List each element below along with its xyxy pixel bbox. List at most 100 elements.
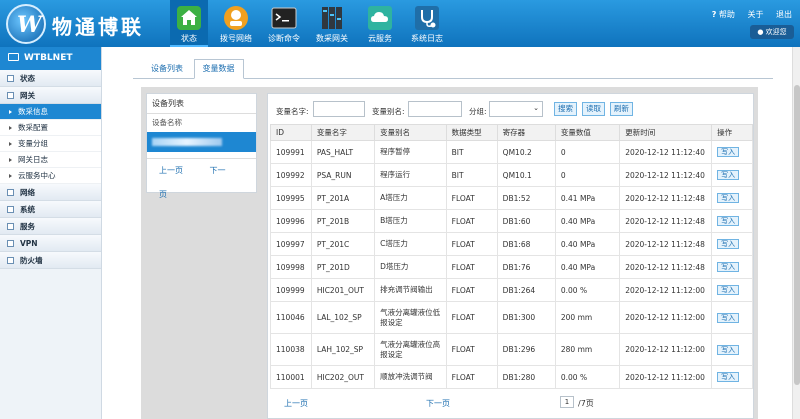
sidebar-group-firewall[interactable]: 防火墙 xyxy=(0,252,101,269)
page-number-input[interactable]: 1 xyxy=(560,396,574,408)
nav-label: 状态 xyxy=(181,34,197,43)
table-cell: 气液分离罐液位低报设定 xyxy=(374,301,447,334)
write-button[interactable]: 写入 xyxy=(717,344,740,355)
group-label: 系统 xyxy=(20,205,35,214)
table-cell: 110046 xyxy=(270,301,312,334)
arrow-icon xyxy=(9,158,12,162)
table-cell: PT_201A xyxy=(310,186,376,210)
write-button[interactable]: 写入 xyxy=(717,372,740,382)
sidebar-group-system[interactable]: 系统 xyxy=(0,201,101,218)
write-button[interactable]: 写入 xyxy=(717,239,740,249)
table-cell: 109995 xyxy=(270,186,312,210)
table-cell: 2020-12-12 11:12:48 xyxy=(619,209,713,233)
table-cell: FLOAT xyxy=(445,232,498,256)
table-cell: DB1:60 xyxy=(496,209,556,233)
about-link[interactable]: 关于 xyxy=(747,10,763,19)
table-cell: 写入 xyxy=(711,255,753,279)
square-icon xyxy=(7,240,14,247)
page-total: /7页 xyxy=(578,399,594,408)
table-cell: FLOAT xyxy=(445,255,498,279)
write-button[interactable]: 写入 xyxy=(717,262,740,272)
table-cell: 写入 xyxy=(711,140,753,164)
help-link[interactable]: ? 帮助 xyxy=(712,10,735,19)
sidebar-group-gateway[interactable]: 网关 xyxy=(0,87,101,104)
page-scrollbar[interactable] xyxy=(792,47,800,419)
table-cell: PSA_RUN xyxy=(310,163,376,187)
table-cell: 0.41 MPa xyxy=(554,186,621,210)
welcome-badge[interactable]: ● 欢迎您 xyxy=(750,25,794,39)
search-button[interactable]: 搜索 xyxy=(554,102,577,116)
table-row: 110046 LAL_102_SP 气液分离罐液位低报设定 FLOAT DB1:300 2… xyxy=(270,301,753,334)
nav-cloud[interactable]: 云服务 xyxy=(360,0,400,47)
var-next-page[interactable]: 下一页 xyxy=(426,398,450,409)
device-prev-page[interactable]: 上一页 xyxy=(159,166,183,175)
logo-icon: W xyxy=(6,4,46,44)
item-label: 数采信息 xyxy=(18,107,48,116)
logout-link[interactable]: 退出 xyxy=(776,10,792,19)
refresh-button[interactable]: 刷新 xyxy=(610,102,633,116)
arrow-icon xyxy=(9,142,12,146)
sidebar-group-network[interactable]: 网络 xyxy=(0,184,101,201)
table-row: 109999 HIC201_OUT 排充调节阀输出 FLOAT DB1:264 0.00 … xyxy=(270,278,753,302)
group-label: 状态 xyxy=(20,74,35,83)
write-button[interactable]: 写入 xyxy=(717,170,740,180)
scrollbar-thumb[interactable] xyxy=(794,85,800,385)
table-cell: FLOAT xyxy=(445,278,498,302)
var-alias-input[interactable] xyxy=(408,101,462,117)
tab-variable-data[interactable]: 变量数据 xyxy=(193,59,244,79)
table-cell: 109998 xyxy=(270,255,312,279)
group-label: 网关 xyxy=(20,91,35,100)
sidebar-item-cloud-center[interactable]: 云服务中心 xyxy=(0,168,101,184)
table-cell: 109991 xyxy=(270,140,312,164)
nav-status[interactable]: 状态 xyxy=(170,0,208,47)
sidebar-item-gateway-log[interactable]: 网关日志 xyxy=(0,152,101,168)
read-button[interactable]: 读取 xyxy=(582,102,605,116)
sidebar-group-service[interactable]: 服务 xyxy=(0,218,101,235)
device-item-selected[interactable] xyxy=(147,132,256,152)
nav-data-gateway[interactable]: 数采网关 xyxy=(310,0,354,47)
nav-dial-network[interactable]: 拨号网络 xyxy=(215,0,257,47)
table-cell: 110001 xyxy=(270,365,312,389)
sidebar-item-data-config[interactable]: 数采配置 xyxy=(0,120,101,136)
device-pager: 上一页 下一页 xyxy=(147,158,256,199)
table-body: 109991 PAS_HALT 程序暂停 BIT QM10.2 0 2020-12-12 1… xyxy=(270,140,753,389)
write-button[interactable]: 写入 xyxy=(717,312,740,323)
write-button[interactable]: 写入 xyxy=(717,216,740,226)
device-column-header: 设备名称 xyxy=(152,118,182,127)
table-cell: 2020-12-12 11:12:40 xyxy=(619,140,713,164)
sidebar-item-var-group[interactable]: 变量分组 xyxy=(0,136,101,152)
table-cell: QM10.1 xyxy=(496,163,556,187)
var-name-input[interactable] xyxy=(313,101,365,117)
table-cell: 写入 xyxy=(711,232,753,256)
chevron-down-icon: ⌄ xyxy=(533,104,539,112)
table-cell: BIT xyxy=(445,163,498,187)
square-icon xyxy=(7,92,14,99)
write-button[interactable]: 写入 xyxy=(717,147,740,157)
table-cell: PT_201C xyxy=(310,232,376,256)
table-cell: 写入 xyxy=(711,163,753,187)
write-button[interactable]: 写入 xyxy=(717,285,740,295)
square-icon xyxy=(7,189,14,196)
table-cell: 写入 xyxy=(711,278,753,302)
column-header: 变量数值 xyxy=(554,124,621,141)
sidebar-item-data-info[interactable]: 数采信息 xyxy=(0,104,101,120)
var-prev-page[interactable]: 上一页 xyxy=(284,398,308,409)
table-cell: 200 mm xyxy=(554,301,621,334)
nav-diagnostic[interactable]: 诊断命令 xyxy=(262,0,306,47)
tab-device-list[interactable]: 设备列表 xyxy=(143,60,191,80)
item-label: 变量分组 xyxy=(18,139,48,148)
table-cell: 2020-12-12 11:12:40 xyxy=(619,163,713,187)
group-select[interactable]: ⌄ xyxy=(489,101,543,117)
sidebar-group-vpn[interactable]: VPN xyxy=(0,235,101,252)
table-cell: HIC202_OUT xyxy=(310,365,376,389)
sidebar-group-status[interactable]: 状态 xyxy=(0,70,101,87)
write-button[interactable]: 写入 xyxy=(717,193,740,203)
table-cell: 写入 xyxy=(711,186,753,210)
top-header: W 物通博联 状态 拨号网络 诊断命令 数采网关 云服务 系统日志 ? 帮助 关… xyxy=(0,0,800,47)
table-cell: LAH_102_SP xyxy=(310,333,376,366)
table-cell: 气液分离罐液位高报设定 xyxy=(374,333,447,366)
nav-system-log[interactable]: 系统日志 xyxy=(405,0,449,47)
main-area: 设备列表 变量数据 设备列表 设备名称 上一页 下一页 变量名字: 变量别名: … xyxy=(103,47,800,419)
group-label: 分组: xyxy=(469,107,487,116)
table-row: 109991 PAS_HALT 程序暂停 BIT QM10.2 0 2020-12-12 1… xyxy=(270,140,753,164)
